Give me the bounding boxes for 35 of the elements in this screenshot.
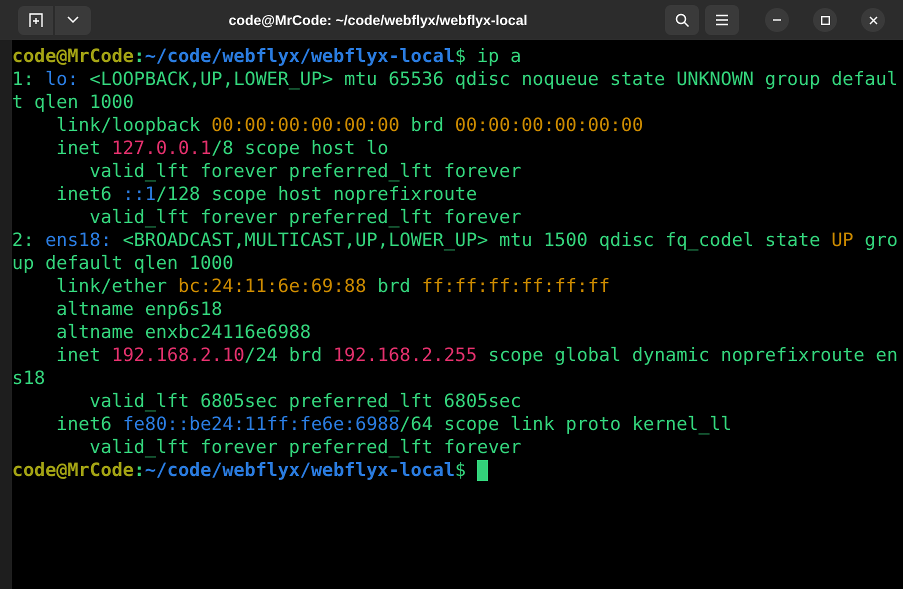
terminal-line: altname enp6s18 (55, 298, 222, 321)
terminal-line: valid_lft forever preferred_lft forever (88, 436, 522, 459)
dropdown-button[interactable] (55, 6, 91, 34)
window-title: code@MrCode: ~/code/webflyx/webflyx-local (228, 10, 528, 30)
new-tab-icon (28, 12, 44, 28)
terminal-line: valid_lft forever preferred_lft forever (88, 160, 522, 183)
menu-icon (715, 14, 729, 26)
terminal-line: valid_lft 6805sec preferred_lft 6805sec (88, 390, 522, 413)
terminal-line: s18 (12, 367, 46, 390)
terminal-line: inet6 fe80::be24:11ff:fe6e:6988/64 scope link proto kernel_ll (55, 413, 732, 436)
terminal-line: 2: ens18: <BROADCAST,MULTICAST,UP,LOWER_UP> mtu 1500 qdisc fq_codel state UP gro (12, 229, 898, 252)
terminal-line: code@MrCode:~/code/webflyx/webflyx-local$ (12, 459, 467, 482)
close-button[interactable] (861, 8, 885, 32)
terminal-line: inet 192.168.2.10/24 brd 192.168.2.255 scope global dynamic noprefixroute en (55, 344, 898, 367)
close-icon (868, 16, 878, 24)
maximize-icon (820, 16, 830, 24)
terminal-line: inet6 ::1/128 scope host noprefixroute (55, 183, 478, 206)
minimize-icon (773, 19, 781, 21)
terminal-line: 1: lo: <LOOPBACK,UP,LOWER_UP> mtu 65536 qdisc noqueue state UNKNOWN group defaul (12, 68, 898, 91)
terminal-line: code@MrCode:~/code/webflyx/webflyx-local$ ip a (12, 45, 522, 68)
new-tab-button[interactable] (18, 6, 53, 34)
minimize-button[interactable] (765, 8, 789, 32)
terminal-line: valid_lft forever preferred_lft forever (88, 206, 522, 229)
terminal-line: up default qlen 1000 (12, 252, 234, 275)
terminal-line: link/ether bc:24:11:6e:69:88 brd ff:ff:ff:ff:ff:ff (55, 275, 610, 298)
terminal-line: t qlen 1000 (12, 91, 134, 114)
maximize-button[interactable] (813, 8, 837, 32)
menu-button[interactable] (705, 5, 739, 35)
caret-icon (67, 16, 79, 24)
search-icon (674, 12, 690, 28)
terminal-line: inet 127.0.0.1/8 scope host lo (55, 137, 388, 160)
terminal-line: altname enxbc24116e6988 (55, 321, 311, 344)
terminal-line: link/loopback 00:00:00:00:00:00 brd 00:00:00:00:00:00 (55, 114, 644, 137)
cursor (477, 460, 488, 481)
search-button[interactable] (665, 5, 699, 35)
